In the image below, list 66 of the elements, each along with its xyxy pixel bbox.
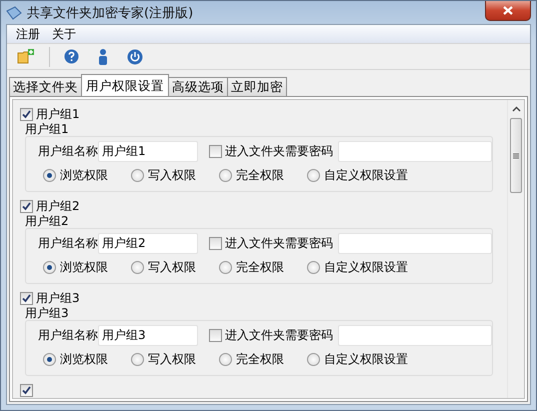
password-checkbox-label[interactable]: 进入文件夹需要密码 [224, 234, 333, 252]
checkbox[interactable] [209, 144, 222, 158]
permission-label[interactable]: 完全权限 [236, 350, 284, 368]
group-name-field[interactable]: 用户组2 [98, 232, 198, 254]
tab[interactable]: 用户权限设置 [81, 74, 169, 96]
radio-button[interactable] [307, 168, 320, 182]
password-field[interactable] [338, 140, 492, 162]
window-title: 共享文件夹加密专家(注册版) [27, 4, 194, 22]
group-checkbox-label[interactable]: 用户组3 [36, 290, 80, 306]
permission-label[interactable]: 自定义权限设置 [324, 166, 408, 184]
group-frame-title: 用户组2 [25, 215, 69, 228]
permission-label[interactable]: 浏览权限 [60, 350, 108, 368]
permission-label[interactable]: 写入权限 [148, 258, 196, 276]
close-button[interactable] [485, 1, 531, 21]
checkbox[interactable] [20, 108, 33, 120]
radio-button[interactable] [219, 352, 232, 366]
checkbox[interactable] [209, 328, 222, 342]
menu-item[interactable]: 关于 [46, 26, 82, 42]
radio-button[interactable] [43, 168, 56, 182]
scroll-thumb[interactable] [510, 118, 522, 193]
radio-button[interactable] [307, 260, 320, 274]
permission-label[interactable]: 自定义权限设置 [324, 258, 408, 276]
radio-button[interactable] [307, 352, 320, 366]
permission-label[interactable]: 浏览权限 [60, 258, 108, 276]
permission-label[interactable]: 完全权限 [236, 166, 284, 184]
password-field[interactable] [338, 232, 492, 254]
group-name-label: 用户组名称 [38, 326, 98, 344]
checkbox[interactable] [20, 200, 33, 212]
permission-label[interactable]: 自定义权限设置 [324, 350, 408, 368]
tab[interactable]: 选择文件夹 [9, 77, 82, 96]
radio-button[interactable] [43, 260, 56, 274]
password-checkbox-label[interactable]: 进入文件夹需要密码 [224, 326, 333, 344]
scroll-up-icon[interactable] [512, 106, 520, 112]
group-name-field[interactable]: 用户组1 [98, 140, 198, 162]
folder-plus-icon [17, 49, 35, 64]
password-field[interactable] [338, 324, 492, 346]
permission-label[interactable]: 完全权限 [236, 258, 284, 276]
permission-label[interactable]: 写入权限 [148, 166, 196, 184]
group-name-label: 用户组名称 [38, 142, 98, 160]
checkbox[interactable] [20, 384, 33, 396]
group-name-field[interactable]: 用户组3 [98, 324, 198, 346]
group-checkbox-label[interactable]: 用户组1 [36, 106, 80, 122]
scrollbar[interactable] [507, 100, 524, 398]
permission-label[interactable]: 写入权限 [148, 350, 196, 368]
tab[interactable]: 立即加密 [227, 77, 287, 96]
tab[interactable]: 高级选项 [168, 77, 228, 96]
radio-button[interactable] [219, 260, 232, 274]
group-frame-title: 用户组3 [25, 307, 69, 320]
password-checkbox-label[interactable]: 进入文件夹需要密码 [224, 142, 333, 160]
close-icon [503, 6, 513, 15]
user-icon [98, 48, 108, 64]
permission-label[interactable]: 浏览权限 [60, 166, 108, 184]
checkbox[interactable] [209, 236, 222, 250]
group-name-label: 用户组名称 [38, 234, 98, 252]
app-icon [6, 6, 22, 20]
radio-button[interactable] [131, 168, 144, 182]
group-frame-title: 用户组1 [25, 123, 69, 136]
help-icon [64, 49, 78, 64]
group-checkbox-label[interactable]: 用户组2 [36, 198, 80, 214]
menu-item[interactable]: 注册 [10, 26, 46, 42]
radio-button[interactable] [219, 168, 232, 182]
power-icon [127, 48, 143, 64]
radio-button[interactable] [131, 260, 144, 274]
checkbox[interactable] [20, 292, 33, 304]
radio-button[interactable] [131, 352, 144, 366]
radio-button[interactable] [43, 352, 56, 366]
